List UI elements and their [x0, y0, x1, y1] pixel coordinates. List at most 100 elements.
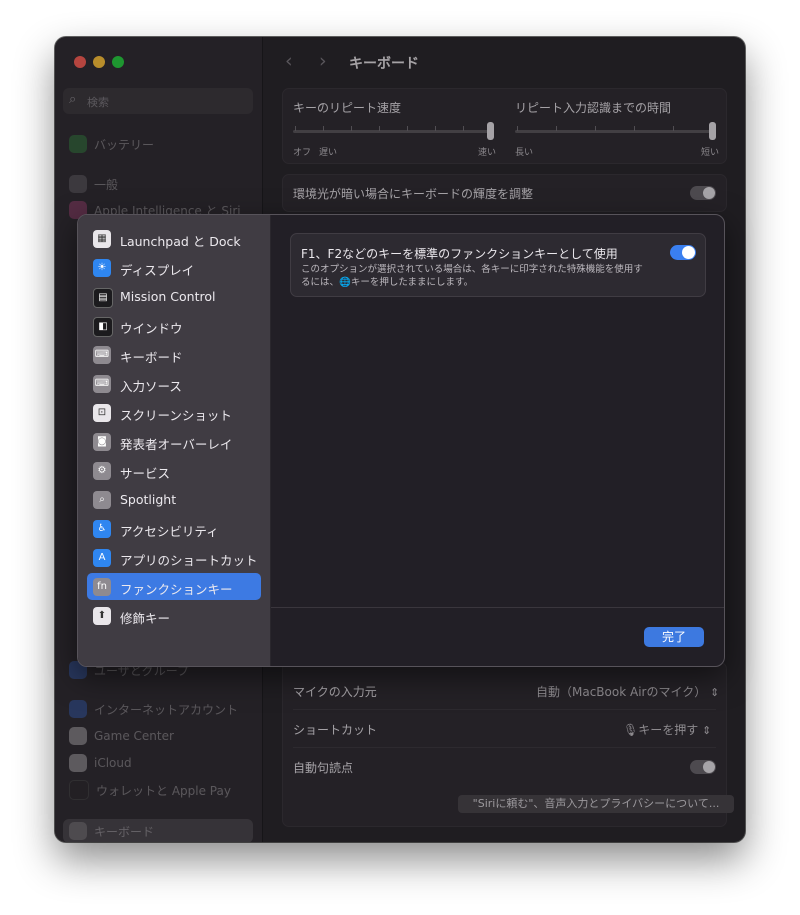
nav-screenshot[interactable]: ⊡ スクリーンショット	[87, 399, 261, 426]
nav-label: 入力ソース	[120, 379, 182, 394]
sidebar-item-label: バッテリー	[94, 137, 155, 152]
nav-accessibility[interactable]: ♿ アクセシビリティ	[87, 515, 261, 542]
nav-modifier-keys[interactable]: ⬆ 修飾キー	[87, 602, 261, 629]
sheet-sidebar: ▦ Launchpad と Dock ☀ ディスプレイ ▤ Mission Co…	[78, 215, 271, 666]
display-icon: ☀	[93, 259, 111, 277]
services-icon: ⚙	[93, 462, 111, 480]
at-icon	[69, 700, 87, 718]
shortcut-value: キーを押す	[638, 723, 699, 737]
nav-label: ファンクションキー	[120, 582, 233, 597]
fn-option-title: F1、F2などのキーを標準のファンクションキーとして使用	[301, 247, 618, 261]
dictation-group: マイクの入力元 自動（MacBook Airのマイク） ⇕ ショートカット 🎙キ…	[282, 662, 734, 827]
search-icon: ⌕	[69, 92, 77, 107]
toolbar: ‹ › キーボード	[263, 37, 745, 85]
repeat-delay-knob[interactable]	[709, 122, 716, 140]
repeat-rate-off: オフ	[293, 148, 312, 158]
app-shortcuts-icon: A	[93, 549, 111, 567]
nav-label: Mission Control	[120, 289, 216, 304]
punctuation-toggle[interactable]	[690, 760, 716, 774]
nav-window[interactable]: ◧ ウインドウ	[87, 312, 261, 339]
keyboard-icon: ⌨	[93, 346, 111, 364]
nav-presenter-overlay[interactable]: ◙ 発表者オーバーレイ	[87, 428, 261, 455]
sidebar-item-battery[interactable]: バッテリー	[69, 134, 154, 154]
back-chevron-icon[interactable]: ‹	[285, 50, 293, 72]
done-button[interactable]: 完了	[644, 627, 704, 647]
window-icon: ◧	[93, 317, 113, 337]
sidebar-item-icloud[interactable]: iCloud	[69, 753, 132, 773]
nav-label: スクリーンショット	[120, 408, 232, 423]
nav-label: キーボード	[120, 350, 183, 365]
sidebar-item-general[interactable]: 一般	[69, 174, 118, 194]
mic-popup[interactable]: 自動（MacBook Airのマイク） ⇕	[536, 683, 719, 700]
nav-function-keys[interactable]: fn ファンクションキー	[87, 573, 261, 600]
repeat-rate-fast: 速い	[478, 148, 497, 158]
sidebar-item-wallet[interactable]: ウォレットと Apple Pay	[69, 780, 231, 800]
sidebar-item-keyboard[interactable]: キーボード	[69, 821, 154, 841]
screenshot-icon: ⊡	[93, 404, 111, 422]
game-center-icon	[69, 727, 87, 745]
sidebar-item-label: 一般	[94, 177, 119, 192]
search-placeholder: 検索	[87, 96, 109, 109]
sidebar-item-label: キーボード	[94, 824, 155, 839]
sheet-content: F1、F2などのキーを標準のファンクションキーとして使用 このオプションが選択さ…	[271, 215, 724, 666]
nav-label: Launchpad と Dock	[120, 234, 241, 249]
input-sources-icon: ⌨	[93, 375, 111, 393]
fn-icon: fn	[93, 578, 111, 596]
nav-display[interactable]: ☀ ディスプレイ	[87, 254, 261, 281]
zoom-button[interactable]	[112, 56, 124, 68]
sidebar-item-internet-accounts[interactable]: インターネットアカウント	[69, 699, 238, 719]
brightness-label: 環境光が暗い場合にキーボードの輝度を調整	[293, 187, 534, 201]
nav-label: サービス	[120, 466, 171, 481]
presenter-overlay-icon: ◙	[93, 433, 111, 451]
brightness-group: 環境光が暗い場合にキーボードの輝度を調整	[282, 174, 727, 212]
privacy-button[interactable]: "Siriに頼む"、音声入力とプライバシーについて...	[458, 795, 734, 813]
nav-mission-control[interactable]: ▤ Mission Control	[87, 283, 261, 310]
minimize-button[interactable]	[93, 56, 105, 68]
repeat-delay-label: リピート入力認識までの時間	[515, 101, 672, 115]
page-title: キーボード	[349, 56, 419, 72]
nav-keyboard[interactable]: ⌨ キーボード	[87, 341, 261, 368]
nav-label: 修飾キー	[120, 611, 171, 626]
key-repeat-group: キーのリピート速度 リピート入力認識までの時間 オフ 遅い 速い 長い 短い	[282, 88, 727, 164]
fn-toggle[interactable]	[670, 245, 696, 260]
nav-label: ウインドウ	[120, 321, 183, 336]
fn-option-description: このオプションが選択されている場合は、各キーに印字された特殊機能を使用するには、…	[301, 264, 643, 288]
battery-icon	[69, 135, 87, 153]
nav-label: アクセシビリティ	[120, 524, 219, 539]
sidebar-item-label: iCloud	[94, 756, 132, 770]
sidebar-item-game-center[interactable]: Game Center	[69, 726, 174, 746]
gear-icon	[69, 175, 87, 193]
mission-control-icon: ▤	[93, 288, 113, 308]
fn-option-row: F1、F2などのキーを標準のファンクションキーとして使用 このオプションが選択さ…	[290, 233, 706, 297]
sidebar-item-label: インターネットアカウント	[94, 702, 239, 717]
repeat-rate-slow: 遅い	[319, 148, 338, 158]
microphone-icon: 🎙	[623, 723, 639, 737]
repeat-delay-slider[interactable]	[515, 130, 712, 133]
close-button[interactable]	[74, 56, 86, 68]
repeat-rate-knob[interactable]	[487, 122, 494, 140]
accessibility-icon: ♿	[93, 520, 111, 538]
repeat-rate-label: キーのリピート速度	[293, 101, 402, 115]
sheet-divider	[271, 607, 724, 608]
shortcut-popup[interactable]: 🎙キーを押す ⇕	[623, 721, 711, 738]
forward-chevron-icon[interactable]: ›	[319, 50, 327, 72]
brightness-toggle[interactable]	[690, 186, 716, 200]
mic-value: 自動（MacBook Airのマイク）	[536, 685, 707, 699]
nav-services[interactable]: ⚙ サービス	[87, 457, 261, 484]
nav-app-shortcuts[interactable]: A アプリのショートカット	[87, 544, 261, 571]
function-keys-sheet: ▦ Launchpad と Dock ☀ ディスプレイ ▤ Mission Co…	[77, 214, 725, 667]
nav-launchpad-dock[interactable]: ▦ Launchpad と Dock	[87, 225, 261, 252]
updown-icon: ⇕	[710, 686, 720, 699]
nav-label: ディスプレイ	[120, 263, 195, 278]
search-field[interactable]: ⌕ 検索	[63, 88, 253, 114]
spotlight-icon: ⌕	[93, 491, 111, 509]
mic-label: マイクの入力元	[293, 685, 377, 699]
launchpad-icon: ▦	[93, 230, 111, 248]
wallet-icon	[69, 780, 89, 800]
cloud-icon	[69, 754, 87, 772]
repeat-delay-long: 長い	[515, 148, 534, 158]
nav-spotlight[interactable]: ⌕ Spotlight	[87, 486, 261, 513]
updown-icon: ⇕	[702, 724, 712, 737]
nav-label: 発表者オーバーレイ	[120, 437, 233, 452]
nav-input-sources[interactable]: ⌨ 入力ソース	[87, 370, 261, 397]
